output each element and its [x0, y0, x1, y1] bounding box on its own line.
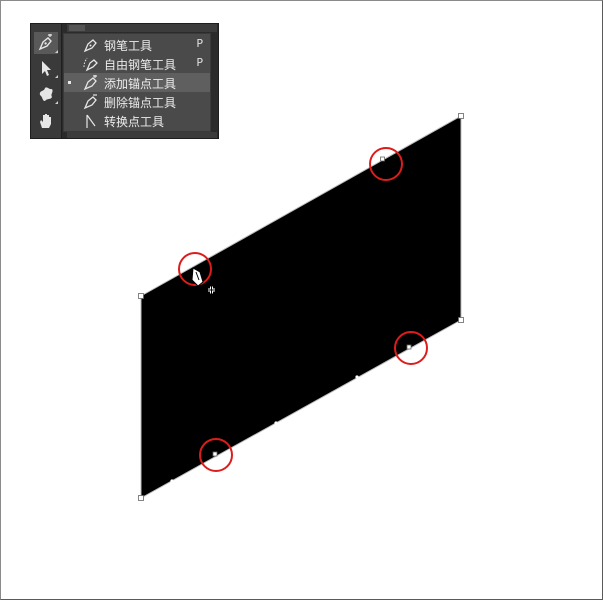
pen-icon	[82, 36, 100, 53]
anchor-point	[138, 495, 144, 501]
panel-bottom-strip	[67, 132, 217, 138]
pen-tool-button[interactable]	[34, 32, 58, 54]
arrow-icon	[37, 59, 55, 77]
selected-bullet	[68, 81, 71, 84]
shortcut-key: P	[196, 37, 203, 50]
add-anchor-icon	[82, 74, 100, 91]
flyout-item-label: 删除锚点工具	[104, 96, 177, 110]
freeform-pen-icon	[82, 55, 100, 72]
hand-icon	[37, 112, 55, 130]
hand-tool-button[interactable]	[34, 110, 58, 132]
tool-column	[31, 24, 62, 138]
anchor-point	[458, 113, 464, 119]
flyout-item-label: 添加锚点工具	[104, 77, 177, 91]
anchor-point	[380, 156, 385, 162]
shortcut-key: P	[196, 56, 203, 69]
flyout-item-add-anchor-point-tool[interactable]: 添加锚点工具	[64, 73, 210, 92]
convert-point-icon	[82, 112, 100, 129]
blob-shape-icon	[37, 85, 55, 103]
flyout-item-convert-point-tool[interactable]: 转换点工具	[64, 111, 210, 130]
anchor-point	[138, 293, 144, 299]
anchor-point	[458, 317, 464, 323]
flyout-item-delete-anchor-point-tool[interactable]: 删除锚点工具	[64, 92, 210, 111]
pen-icon	[37, 34, 55, 52]
flyout-item-pen-tool[interactable]: 钢笔工具 P	[64, 35, 210, 54]
flyout-item-label: 转换点工具	[104, 115, 165, 129]
delete-anchor-icon	[82, 93, 100, 110]
tools-panel: 钢笔工具 P 自由钢笔工具 P 添加锚点工具 删除锚点工具 转换点工具	[30, 23, 219, 139]
custom-shape-tool-button[interactable]	[34, 83, 58, 105]
anchor-point	[406, 344, 412, 350]
flyout-item-label: 自由钢笔工具	[104, 58, 177, 72]
flyout-item-freeform-pen-tool[interactable]: 自由钢笔工具 P	[64, 54, 210, 73]
anchor-point	[212, 451, 218, 457]
panel-top-strip	[67, 24, 217, 32]
flyout-item-label: 钢笔工具	[104, 39, 153, 53]
path-selection-tool-button[interactable]	[34, 57, 58, 79]
black-parallelogram-shape[interactable]	[141, 116, 461, 498]
pen-tool-flyout-menu: 钢笔工具 P 自由钢笔工具 P 添加锚点工具 删除锚点工具 转换点工具	[63, 33, 211, 132]
